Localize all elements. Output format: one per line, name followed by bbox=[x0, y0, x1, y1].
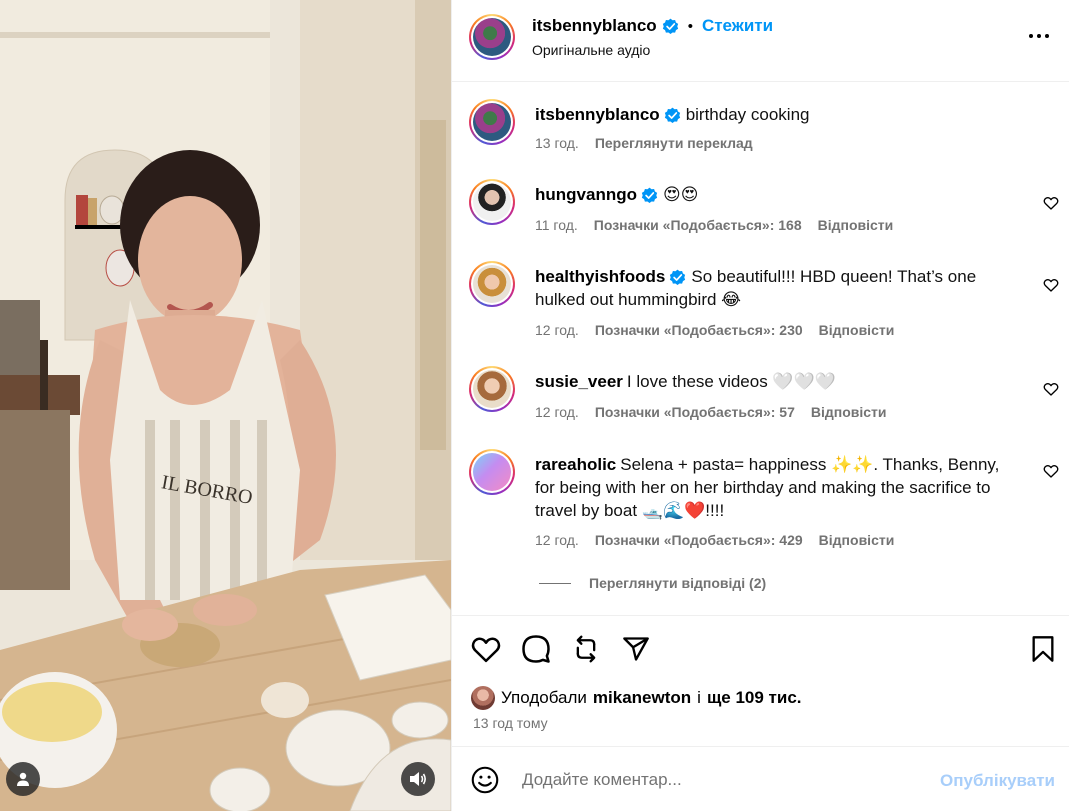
speaker-icon bbox=[410, 772, 426, 786]
liker-avatar[interactable] bbox=[471, 686, 495, 710]
comment-input[interactable] bbox=[522, 765, 922, 795]
reply-button[interactable]: Відповісти bbox=[819, 532, 895, 548]
comment-likes-count[interactable]: Позначки «Подобається»: 230 bbox=[595, 322, 803, 338]
smiley-icon[interactable] bbox=[471, 766, 499, 794]
view-replies-label: Переглянути відповіді (2) bbox=[589, 575, 767, 591]
post-actions: Уподобали mikanewton і ще 109 тис. 13 го… bbox=[452, 615, 1069, 745]
liker-username[interactable]: mikanewton bbox=[593, 688, 691, 708]
original-audio-link[interactable]: Оригінальне аудіо bbox=[532, 42, 650, 58]
comment-text: I love these videos 🤍🤍🤍 bbox=[626, 372, 836, 391]
caption-body: itsbennyblanco birthday cooking bbox=[535, 103, 1015, 126]
see-translation-button[interactable]: Переглянути переклад bbox=[595, 135, 753, 151]
comment-time[interactable]: 12 год. bbox=[535, 322, 579, 338]
comment-avatar[interactable] bbox=[469, 179, 515, 225]
post-timestamp[interactable]: 13 год тому bbox=[473, 715, 548, 731]
post-header: itsbennyblanco • Стежити Оригінальне ауд… bbox=[452, 0, 1069, 82]
repost-icon bbox=[576, 635, 596, 663]
comment-likes-count[interactable]: Позначки «Подобається»: 429 bbox=[595, 532, 803, 548]
bookmark-icon bbox=[1032, 636, 1054, 662]
comment-username[interactable]: hungvanngo bbox=[535, 185, 637, 204]
save-button[interactable] bbox=[1027, 633, 1059, 665]
replies-divider-line bbox=[539, 582, 571, 584]
author-avatar[interactable] bbox=[469, 14, 515, 60]
comment-avatar[interactable] bbox=[469, 449, 515, 495]
publish-button[interactable]: Опублікувати bbox=[940, 771, 1055, 791]
view-replies-button[interactable]: Переглянути відповіді (2) bbox=[539, 575, 766, 591]
heart-icon[interactable] bbox=[1043, 195, 1059, 211]
comment-body: healthyishfoods So beautiful!!! HBD queen… bbox=[535, 265, 1015, 311]
reply-button[interactable]: Відповісти bbox=[811, 404, 887, 420]
video-frame: IL BORRO bbox=[0, 0, 451, 811]
comment-body: hungvanngo 😍😍 bbox=[535, 183, 1015, 206]
comment-username[interactable]: healthyishfoods bbox=[535, 267, 665, 286]
post-media[interactable]: IL BORRO bbox=[0, 0, 451, 811]
more-horizontal-icon bbox=[1029, 34, 1049, 38]
comment-time[interactable]: 11 год. bbox=[535, 217, 578, 233]
heart-icon[interactable] bbox=[1043, 463, 1059, 479]
comment-text: 😍😍 bbox=[662, 185, 699, 204]
heart-icon[interactable] bbox=[1043, 381, 1059, 397]
reply-button[interactable]: Відповісти bbox=[819, 322, 895, 338]
caption-time[interactable]: 13 год. bbox=[535, 135, 579, 151]
user-icon bbox=[17, 772, 29, 786]
comment-body: susie_veer I love these videos 🤍🤍🤍 bbox=[535, 370, 1015, 393]
caption-avatar[interactable] bbox=[469, 99, 515, 145]
comment-username[interactable]: rareaholic bbox=[535, 455, 616, 474]
comment-button[interactable] bbox=[520, 633, 552, 665]
author-username[interactable]: itsbennyblanco bbox=[532, 16, 657, 36]
more-options-button[interactable] bbox=[1027, 24, 1051, 48]
caption-text: birthday cooking bbox=[685, 105, 810, 124]
comment-body: rareaholic Selena + pasta= happiness ✨✨. … bbox=[535, 453, 1015, 522]
comment-avatar[interactable] bbox=[469, 366, 515, 412]
likes-prefix: Уподобали bbox=[501, 688, 587, 707]
follow-button[interactable]: Стежити bbox=[702, 16, 773, 36]
verified-badge-icon bbox=[641, 187, 658, 203]
comment-bubble-icon bbox=[522, 635, 550, 663]
audio-toggle-button[interactable] bbox=[401, 762, 435, 796]
verified-badge-icon bbox=[670, 269, 686, 285]
heart-icon bbox=[471, 637, 501, 663]
heart-icon[interactable] bbox=[1043, 277, 1059, 293]
verified-badge-icon bbox=[662, 18, 678, 34]
likes-count[interactable]: ще 109 тис. bbox=[707, 688, 802, 708]
separator-dot: • bbox=[687, 17, 693, 35]
share-button[interactable] bbox=[620, 633, 652, 665]
repost-button[interactable] bbox=[570, 633, 602, 665]
reply-button[interactable]: Відповісти bbox=[818, 217, 894, 233]
paper-plane-icon bbox=[623, 637, 649, 661]
comment-avatar[interactable] bbox=[469, 261, 515, 307]
verified-badge-icon bbox=[664, 107, 680, 123]
post-details-panel: itsbennyblanco • Стежити Оригінальне ауд… bbox=[451, 0, 1069, 811]
likes-conjunction: і bbox=[697, 688, 701, 707]
add-comment-bar: Опублікувати bbox=[452, 746, 1069, 811]
comment-likes-count[interactable]: Позначки «Подобається»: 57 bbox=[595, 404, 795, 420]
user-tag-button[interactable] bbox=[6, 762, 40, 796]
comment-time[interactable]: 12 год. bbox=[535, 532, 579, 548]
comment-username[interactable]: susie_veer bbox=[535, 372, 623, 391]
comment-time[interactable]: 12 год. bbox=[535, 404, 579, 420]
comment-likes-count[interactable]: Позначки «Подобається»: 168 bbox=[594, 217, 802, 233]
likes-summary: Уподобали mikanewton і ще 109 тис. bbox=[471, 686, 802, 710]
caption-username[interactable]: itsbennyblanco bbox=[535, 105, 660, 124]
like-button[interactable] bbox=[470, 633, 502, 665]
